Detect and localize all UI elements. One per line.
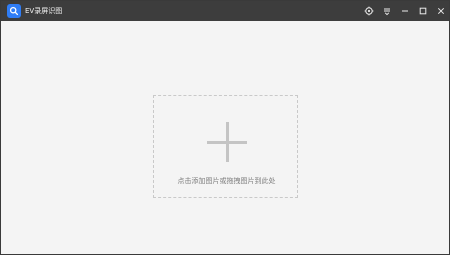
minimize-button[interactable] [396, 1, 413, 21]
menu-button[interactable] [378, 1, 395, 21]
close-button[interactable] [432, 1, 449, 21]
plus-icon [207, 122, 247, 162]
app-window: EV录屏识图 点击添加图片或拖拽图片到此处 [0, 0, 450, 255]
window-controls [359, 1, 449, 21]
menu-icon [383, 8, 390, 16]
main-content: 点击添加图片或拖拽图片到此处 [1, 21, 449, 254]
maximize-icon [419, 7, 426, 15]
window-title: EV录屏识图 [25, 7, 63, 15]
app-icon [7, 4, 21, 18]
settings-icon [364, 6, 373, 16]
close-icon [437, 7, 444, 15]
maximize-button[interactable] [414, 1, 431, 21]
dropzone-hint: 点击添加图片或拖拽图片到此处 [177, 177, 276, 185]
titlebar: EV录屏识图 [1, 1, 449, 21]
settings-button[interactable] [360, 1, 377, 21]
minimize-icon [401, 10, 408, 12]
plus-vertical-bar [226, 122, 229, 162]
image-dropzone[interactable]: 点击添加图片或拖拽图片到此处 [153, 95, 298, 198]
